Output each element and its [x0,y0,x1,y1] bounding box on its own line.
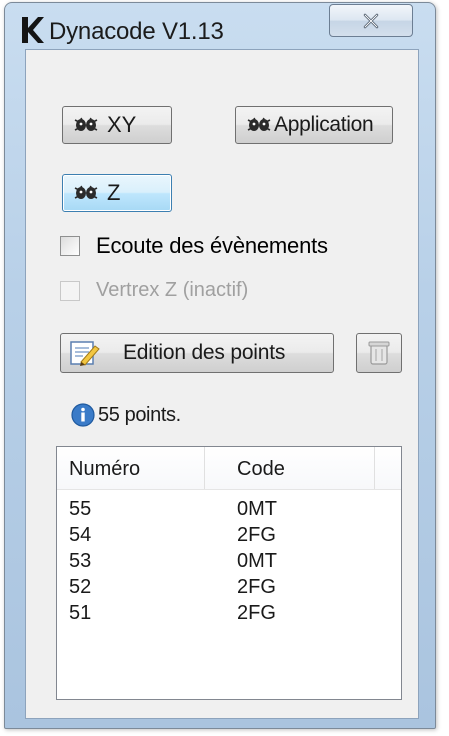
cell-code: 2FG [237,576,276,598]
cell-numero: 54 [69,524,92,546]
ecoute-checkbox[interactable] [60,236,80,256]
status-line: 55 points. [70,402,181,428]
window-title: Dynacode V1.13 [49,18,224,45]
main-panel: XY Application Z Ecoute des évènements V… [25,49,419,719]
cell-numero: 53 [69,550,92,572]
app-window: Dynacode V1.13 XY Application Z Ecoute d… [4,2,436,729]
table-body: 55 0MT 54 2FG 53 0MT 52 2FG 51 2FG [57,490,401,628]
info-icon [71,403,95,427]
table-row[interactable]: 51 2FG [57,602,401,628]
z-button-label: Z [107,180,121,205]
bugs-icon [74,117,98,131]
z-button[interactable]: Z [62,174,172,212]
bugs-icon [247,117,271,131]
vertex-checkbox [60,280,80,301]
bugs-icon [74,185,98,199]
title-bar[interactable]: Dynacode V1.13 [5,3,435,49]
cell-code: 2FG [237,524,276,546]
table-row[interactable]: 54 2FG [57,524,401,550]
column-header-numero[interactable]: Numéro [57,447,205,489]
app-logo-icon [22,17,44,43]
table-header: Numéro Code [57,447,401,490]
vertex-checkbox-row: Vertrex Z (inactif) [60,279,248,302]
close-button[interactable] [329,4,413,37]
xy-button[interactable]: XY [62,106,172,144]
edit-document-icon [70,341,100,366]
cell-numero: 52 [69,576,92,598]
cell-code: 0MT [237,498,277,520]
cell-numero: 51 [69,602,92,624]
application-button-label: Application [274,113,374,136]
cell-code: 0MT [237,550,277,572]
cell-numero: 55 [69,498,92,520]
table-row[interactable]: 53 0MT [57,550,401,576]
ecoute-checkbox-row[interactable]: Ecoute des évènements [60,233,328,259]
trash-icon [368,341,390,365]
table-row[interactable]: 55 0MT [57,498,401,524]
xy-button-label: XY [107,112,137,137]
close-icon [363,13,379,28]
edition-points-button[interactable]: Edition des points [60,333,334,373]
column-header-code[interactable]: Code [205,447,375,489]
edition-points-label: Edition des points [123,341,286,364]
clear-button[interactable] [356,333,402,373]
vertex-label: Vertrex Z (inactif) [96,279,249,301]
application-button[interactable]: Application [235,106,393,144]
column-header-filler [375,447,401,489]
table-row[interactable]: 52 2FG [57,576,401,602]
ecoute-label: Ecoute des évènements [96,233,328,258]
cell-code: 2FG [237,602,276,624]
points-table[interactable]: Numéro Code 55 0MT 54 2FG 53 0MT 52 2FG … [56,446,402,700]
status-text: 55 points. [98,403,181,426]
